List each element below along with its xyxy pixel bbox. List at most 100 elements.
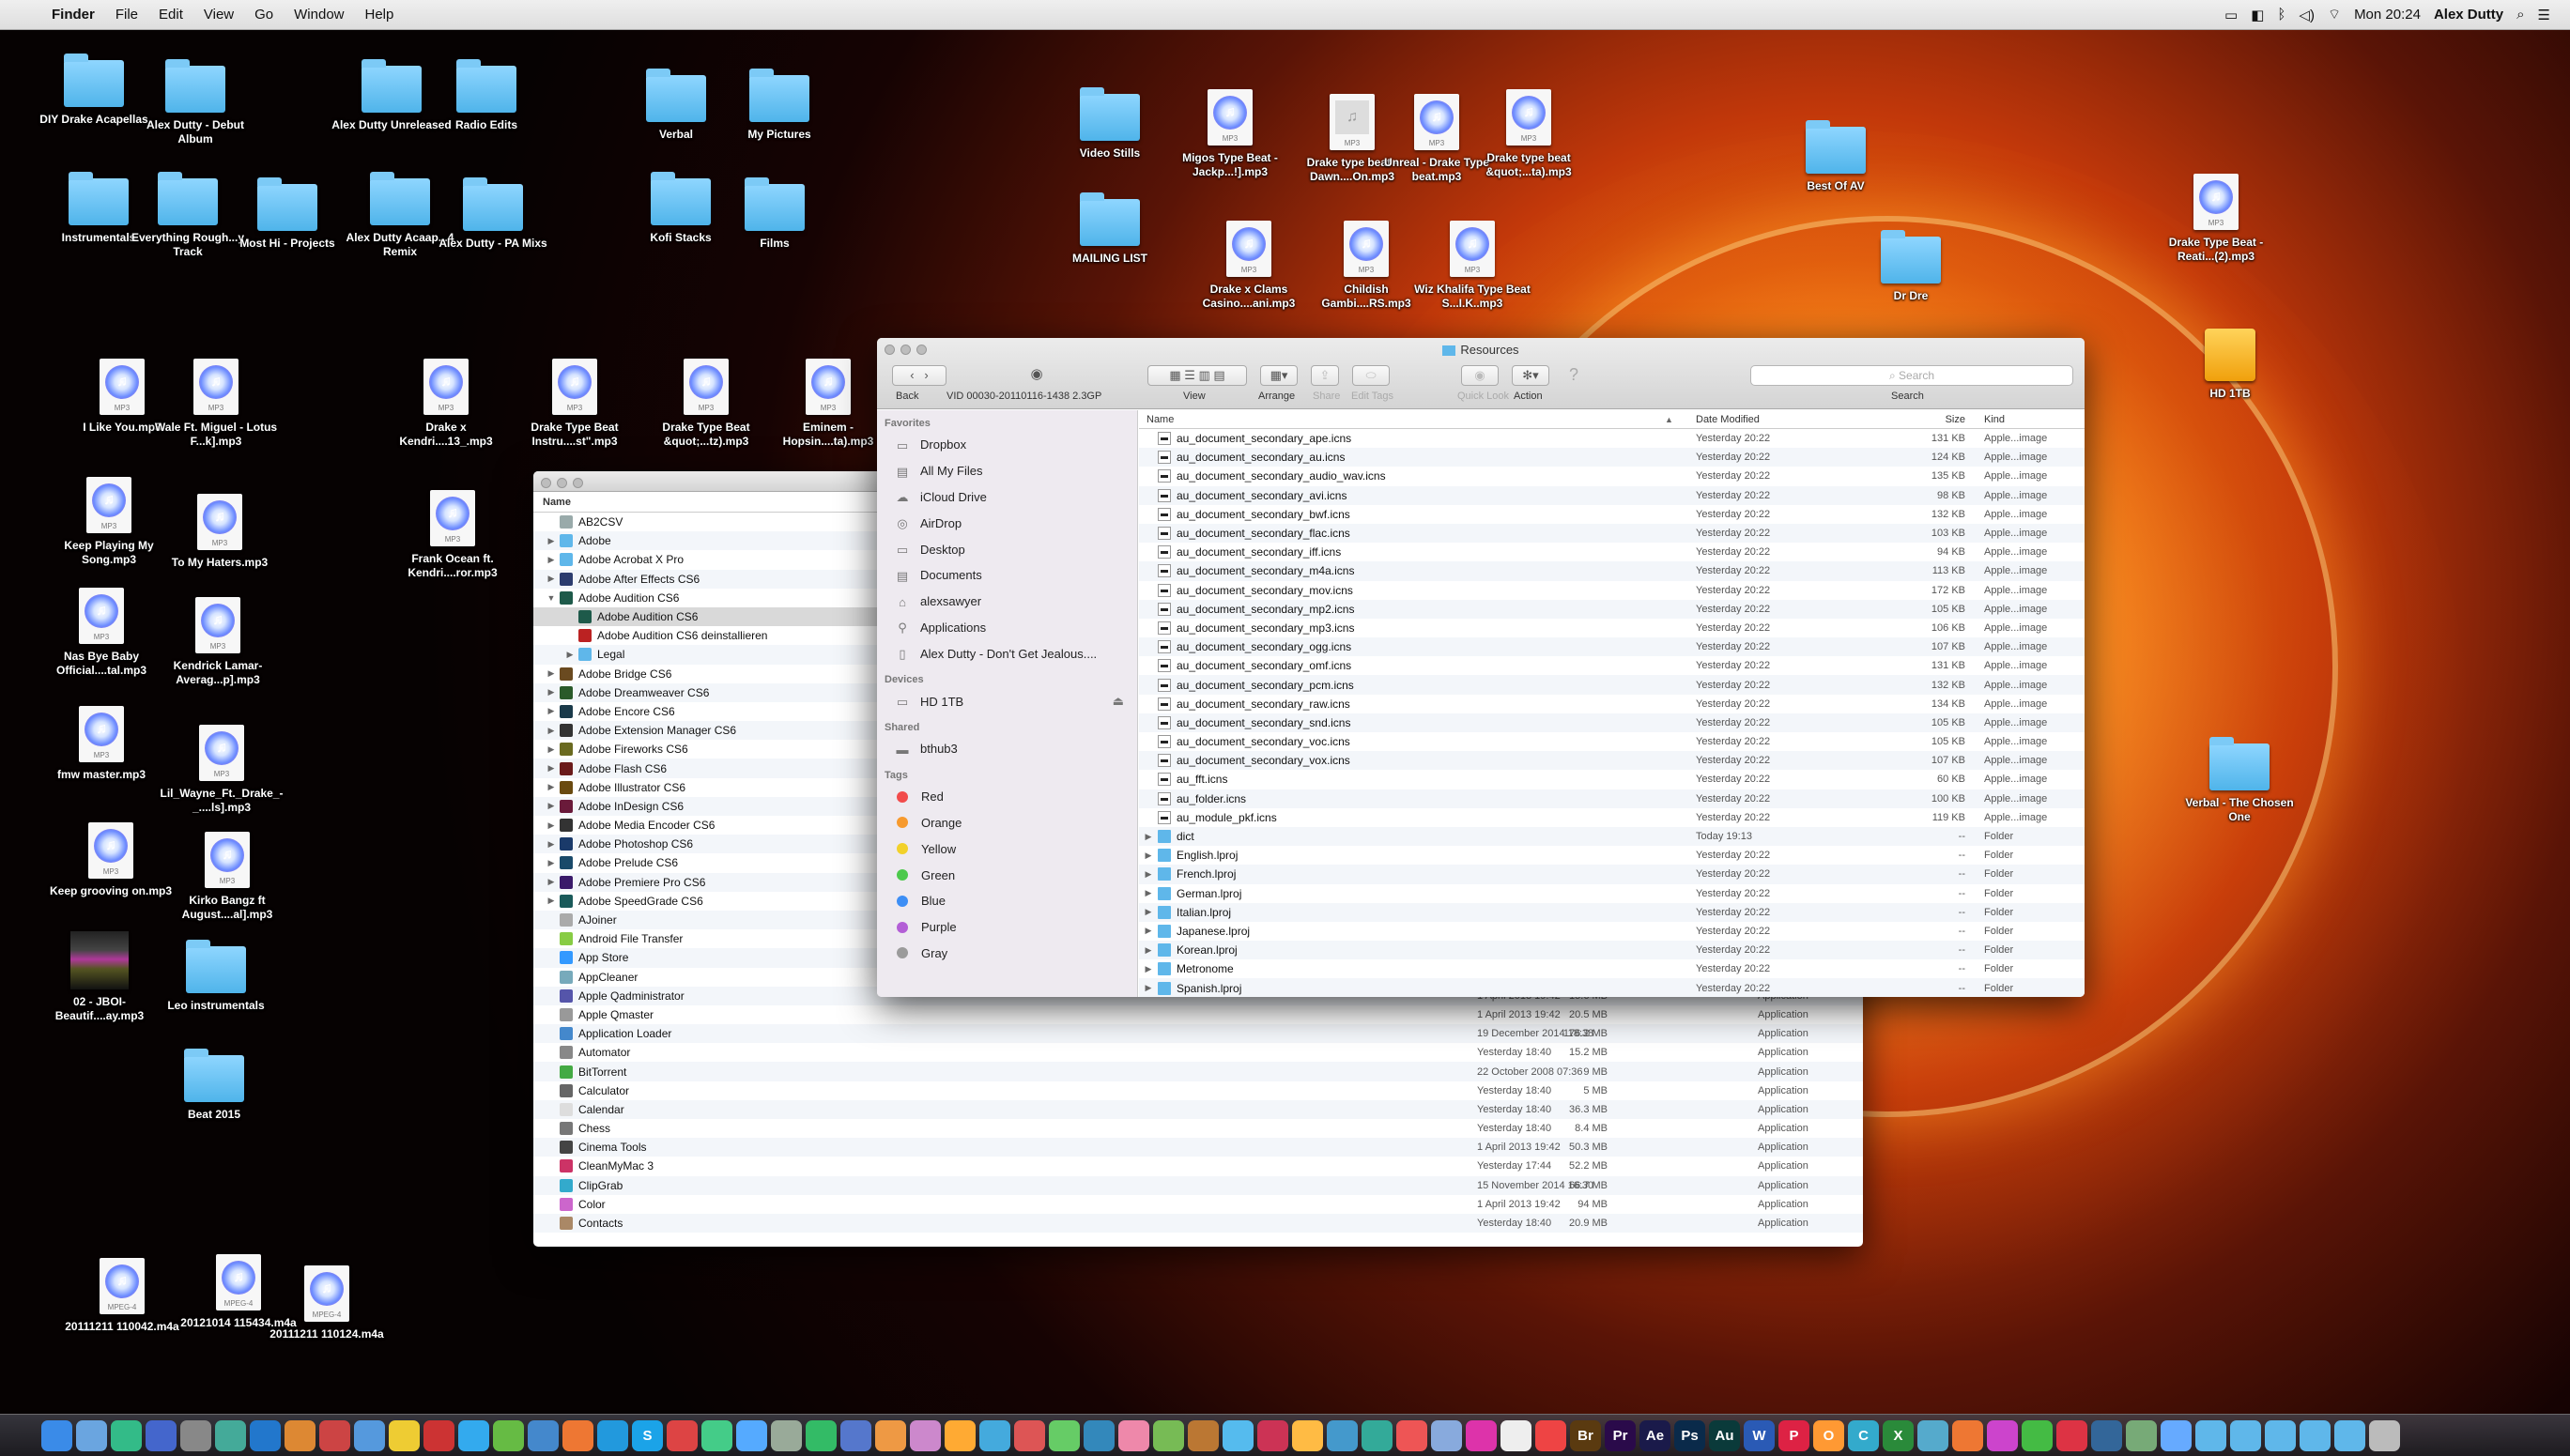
- bridge-icon[interactable]: Br: [1570, 1419, 1601, 1451]
- column-header-name[interactable]: Name: [1146, 414, 1174, 425]
- folder-stack-icon[interactable]: [2195, 1419, 2226, 1451]
- skype-icon[interactable]: S: [632, 1419, 663, 1451]
- disclosure-triangle-icon[interactable]: ▶: [543, 896, 560, 906]
- sidebar-item[interactable]: ◎ AirDrop: [877, 510, 1137, 536]
- sidebar-tag[interactable]: Green: [877, 862, 1137, 888]
- desktop-icon[interactable]: MAILING LIST: [1044, 192, 1176, 266]
- table-row[interactable]: BitTorrent 22 October 2008 07:36 9 MB Appli…: [533, 1062, 1863, 1081]
- minimize-button[interactable]: [557, 478, 567, 488]
- sidebar-item[interactable]: ▭ Desktop: [877, 536, 1137, 562]
- desktop-icon[interactable]: Films: [709, 177, 840, 251]
- desktop-icon[interactable]: Radio Edits: [421, 59, 552, 132]
- app-icon[interactable]: [458, 1419, 489, 1451]
- file-row[interactable]: au_document_secondary_au.icns Yesterday 2…: [1139, 448, 2085, 467]
- desktop-icon[interactable]: HD 1TB: [2164, 329, 2296, 401]
- excel-icon[interactable]: X: [1883, 1419, 1914, 1451]
- app-icon[interactable]: [1292, 1419, 1323, 1451]
- app-icon[interactable]: [1396, 1419, 1427, 1451]
- app-icon[interactable]: [771, 1419, 802, 1451]
- file-row[interactable]: au_document_secondary_vox.icns Yesterday …: [1139, 751, 2085, 771]
- file-row[interactable]: au_document_secondary_audio_wav.icns Yest…: [1139, 467, 2085, 485]
- menu-help[interactable]: Help: [355, 7, 405, 23]
- disclosure-triangle-icon[interactable]: ▶: [543, 877, 560, 887]
- app-icon[interactable]: [2022, 1419, 2053, 1451]
- disclosure-triangle-icon[interactable]: ▶: [543, 801, 560, 811]
- app-icon[interactable]: [1431, 1419, 1462, 1451]
- app-icon[interactable]: [2126, 1419, 2157, 1451]
- app-icon[interactable]: [389, 1419, 420, 1451]
- app-icon[interactable]: [1535, 1419, 1566, 1451]
- file-row[interactable]: au_document_secondary_raw.icns Yesterday …: [1139, 695, 2085, 713]
- column-header-size[interactable]: Size: [1871, 414, 1965, 425]
- folder-row[interactable]: ▶ Italian.lproj Yesterday 20:22 -- Folder: [1139, 902, 2085, 922]
- spotlight-search-icon[interactable]: ⌕: [2510, 7, 2531, 23]
- desktop-icon[interactable]: Drake type beat &quot;...ta).mp3: [1463, 89, 1594, 179]
- app-icon[interactable]: [806, 1419, 837, 1451]
- disclosure-triangle-icon[interactable]: ▶: [1139, 832, 1158, 842]
- app-icon[interactable]: [1223, 1419, 1254, 1451]
- column-header-kind[interactable]: Kind: [1984, 414, 2005, 425]
- table-row[interactable]: Cinema Tools 1 April 2013 19:42 50.3 MB App…: [533, 1138, 1863, 1157]
- disclosure-triangle-icon[interactable]: ▶: [1139, 983, 1158, 993]
- file-row[interactable]: au_document_secondary_iff.icns Yesterday …: [1139, 543, 2085, 561]
- sidebar-item[interactable]: ▭ Dropbox: [877, 432, 1137, 458]
- menu-user[interactable]: Alex Dutty: [2427, 7, 2510, 23]
- desktop-icon[interactable]: Migos Type Beat - Jackp...!].mp3: [1164, 89, 1296, 179]
- bluetooth-icon[interactable]: ᛒ: [2270, 7, 2292, 23]
- app-icon[interactable]: [875, 1419, 906, 1451]
- folder-row[interactable]: ▶ German.lproj Yesterday 20:22 -- Folder: [1139, 884, 2085, 903]
- app-icon[interactable]: [840, 1419, 871, 1451]
- menu-view[interactable]: View: [193, 7, 244, 23]
- back-forward-buttons[interactable]: ‹ ›: [892, 365, 946, 386]
- folder-stack-icon[interactable]: [2334, 1419, 2365, 1451]
- disclosure-triangle-icon[interactable]: ▶: [543, 687, 560, 697]
- app-icon[interactable]: [1917, 1419, 1948, 1451]
- app-icon[interactable]: C: [1848, 1419, 1879, 1451]
- search-input[interactable]: ⌕ Search: [1750, 365, 2073, 386]
- app-icon[interactable]: [180, 1419, 211, 1451]
- app-icon[interactable]: [2161, 1419, 2192, 1451]
- desktop-icon[interactable]: Nas Bye Baby Official....tal.mp3: [36, 588, 167, 678]
- desktop-icon[interactable]: Drake x Clams Casino....ani.mp3: [1183, 221, 1315, 311]
- disclosure-triangle-icon[interactable]: ▶: [1139, 888, 1158, 898]
- view-mode-buttons[interactable]: ▦ ☰ ▥ ▤: [1147, 365, 1247, 386]
- app-icon[interactable]: [1987, 1419, 2018, 1451]
- app-icon[interactable]: [1362, 1419, 1393, 1451]
- folder-row[interactable]: ▶ dict Today 19:13 -- Folder: [1139, 826, 2085, 847]
- action-button[interactable]: ✻▾: [1512, 365, 1549, 386]
- quick-look-button[interactable]: ◉: [1461, 365, 1499, 386]
- file-row[interactable]: au_document_secondary_ogg.icns Yesterday …: [1139, 637, 2085, 657]
- path-popup-icon[interactable]: ◉: [1018, 365, 1055, 386]
- app-icon[interactable]: [2056, 1419, 2087, 1451]
- folder-row[interactable]: ▶ Japanese.lproj Yesterday 20:22 -- Folder: [1139, 922, 2085, 941]
- app-icon[interactable]: [215, 1419, 246, 1451]
- folder-row[interactable]: ▶ Korean.lproj Yesterday 20:22 -- Folder: [1139, 941, 2085, 960]
- file-row[interactable]: au_document_secondary_bwf.icns Yesterday …: [1139, 505, 2085, 524]
- desktop-icon[interactable]: My Pictures: [714, 69, 845, 142]
- disclosure-triangle-icon[interactable]: ▶: [543, 668, 560, 679]
- desktop-icon[interactable]: Wiz Khalifa Type Beat S...I.K..mp3: [1407, 221, 1538, 311]
- app-icon[interactable]: [1014, 1419, 1045, 1451]
- file-row[interactable]: au_module_pkf.icns Yesterday 20:22 119 KB A…: [1139, 808, 2085, 827]
- file-row[interactable]: au_document_secondary_mp3.icns Yesterday …: [1139, 619, 2085, 637]
- menu-extra-icon[interactable]: ◧: [2244, 7, 2270, 23]
- file-row[interactable]: au_document_secondary_pcm.icns Yesterday …: [1139, 675, 2085, 695]
- table-row[interactable]: Calculator Yesterday 18:40 5 MB Application: [533, 1081, 1863, 1100]
- app-icon[interactable]: [597, 1419, 628, 1451]
- desktop-icon[interactable]: Alex Dutty - PA Mixs: [427, 177, 559, 251]
- app-icon[interactable]: [979, 1419, 1010, 1451]
- desktop-icon[interactable]: To My Haters.mp3: [154, 494, 285, 570]
- photoshop-icon[interactable]: Ps: [1674, 1419, 1705, 1451]
- word-icon[interactable]: W: [1744, 1419, 1775, 1451]
- premiere-icon[interactable]: Pr: [1605, 1419, 1636, 1451]
- sidebar-tag[interactable]: Yellow: [877, 835, 1137, 862]
- sidebar-tag[interactable]: Blue: [877, 888, 1137, 914]
- table-row[interactable]: Chess Yesterday 18:40 8.4 MB Application: [533, 1119, 1863, 1138]
- app-icon[interactable]: [285, 1419, 315, 1451]
- table-row[interactable]: CleanMyMac 3 Yesterday 17:44 52.2 MB Applic…: [533, 1157, 1863, 1175]
- folder-stack-icon[interactable]: [2300, 1419, 2331, 1451]
- sidebar-item[interactable]: ⌂ alexsawyer: [877, 589, 1137, 615]
- disclosure-triangle-icon[interactable]: ▶: [543, 536, 560, 546]
- share-button[interactable]: ⇪: [1311, 365, 1339, 386]
- table-row[interactable]: Contacts Yesterday 18:40 20.9 MB Applicatio…: [533, 1213, 1863, 1234]
